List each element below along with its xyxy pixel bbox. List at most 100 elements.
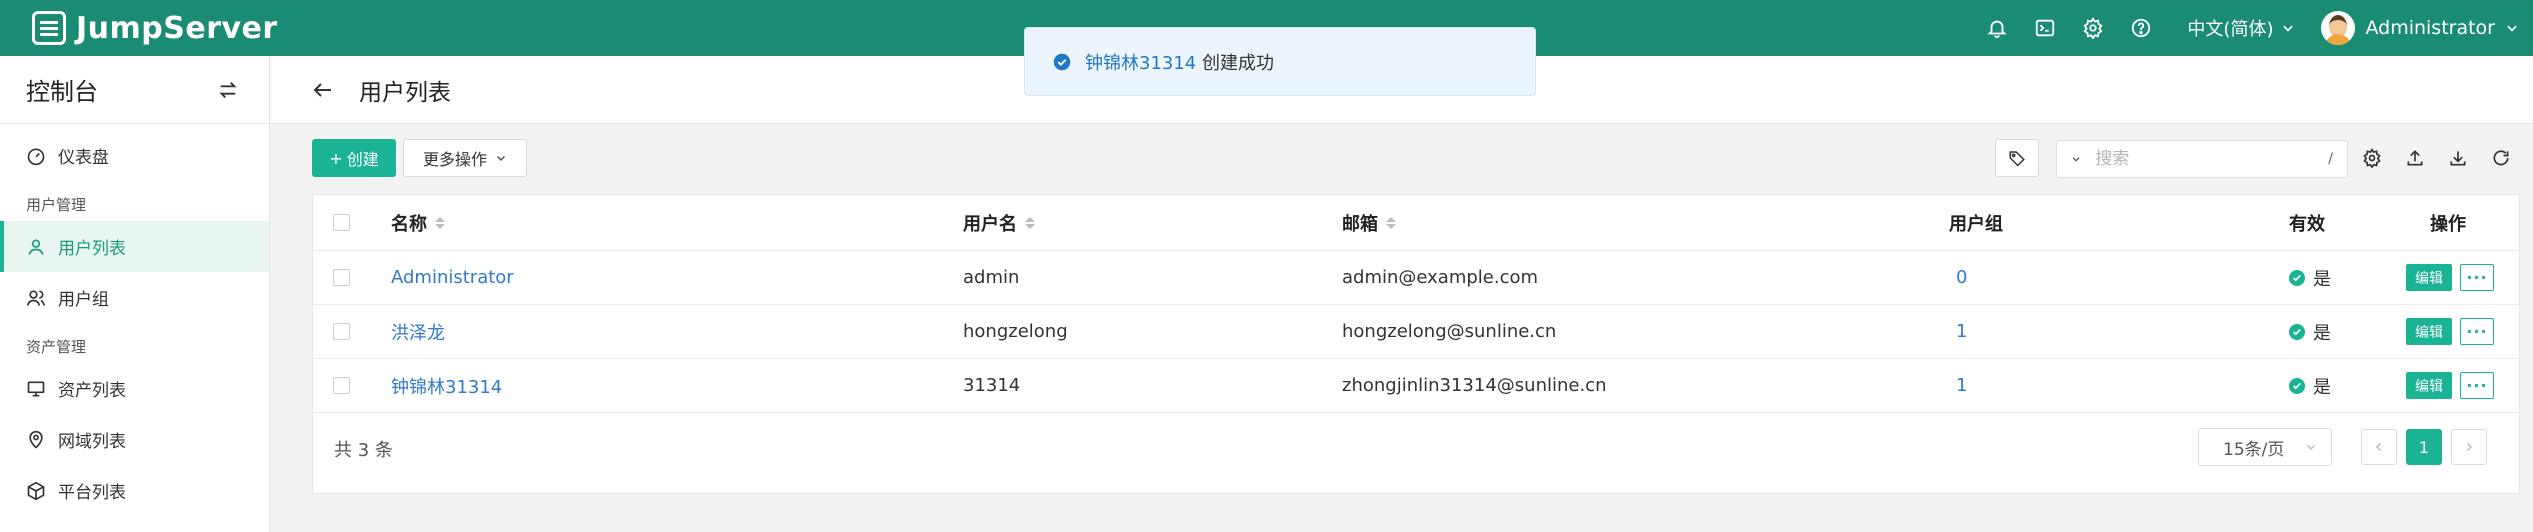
- username-cell: admin: [963, 267, 1020, 288]
- page-title: 用户列表: [359, 79, 451, 106]
- page-size-select[interactable]: 15条/页: [2198, 428, 2332, 466]
- sidebar-item-label: 网域列表: [58, 432, 126, 452]
- select-all-checkbox[interactable]: [333, 214, 350, 231]
- column-header-email[interactable]: 邮箱: [1342, 210, 1396, 236]
- help-icon[interactable]: [2119, 0, 2163, 56]
- sidebar: 控制台 仪表盘 用户管理 用户列表 用户组 资产管理 资产列表 网域列表 平台列…: [0, 56, 270, 532]
- more-actions-label: 更多操作: [422, 150, 487, 169]
- total-count: 共 3 条: [334, 440, 393, 461]
- row-checkbox[interactable]: [333, 323, 350, 340]
- sidebar-title: 控制台: [26, 78, 98, 106]
- refresh-icon[interactable]: [2489, 146, 2513, 170]
- user-name-link[interactable]: Administrator: [391, 267, 514, 288]
- column-header-label: 用户名: [963, 213, 1017, 235]
- row-checkbox[interactable]: [333, 269, 350, 286]
- group-count-link[interactable]: 1: [1956, 375, 1967, 396]
- column-header-username[interactable]: 用户名: [963, 210, 1035, 236]
- email-cell: zhongjinlin31314@sunline.cn: [1342, 375, 1607, 396]
- column-header-actions: 操作: [2430, 213, 2466, 235]
- sidebar-item-user-list[interactable]: 用户列表: [0, 221, 269, 272]
- sidebar-item-label: 用户组: [58, 290, 109, 310]
- column-header-groups: 用户组: [1949, 213, 2003, 235]
- sidebar-item-asset-list[interactable]: 资产列表: [0, 363, 269, 414]
- success-toast: 钟锦林31314 创建成功: [1024, 27, 1536, 96]
- sidebar-item-label: 用户列表: [58, 239, 126, 259]
- edit-button[interactable]: 编辑: [2406, 264, 2452, 291]
- sort-icon[interactable]: [435, 216, 445, 229]
- valid-label: 是: [2313, 322, 2331, 344]
- valid-label: 是: [2313, 376, 2331, 398]
- more-actions-button[interactable]: 更多操作: [403, 139, 527, 177]
- group-count-link[interactable]: 0: [1956, 267, 1967, 288]
- sidebar-group-user-management: 用户管理: [26, 196, 87, 214]
- valid-label: 是: [2313, 268, 2331, 290]
- user-icon: [28, 239, 44, 255]
- page-number-button[interactable]: 1: [2406, 429, 2442, 465]
- sidebar-item-domain-list[interactable]: 网域列表: [0, 414, 269, 465]
- search-input[interactable]: [2095, 149, 2315, 169]
- chevron-down-icon: [496, 155, 506, 162]
- chevron-left-icon: [2375, 442, 2382, 452]
- email-cell: hongzelong@sunline.cn: [1342, 321, 1557, 342]
- download-icon[interactable]: [2446, 146, 2470, 170]
- group-count-link[interactable]: 1: [1956, 321, 1967, 342]
- search-box[interactable]: /: [2056, 140, 2348, 178]
- user-name-link[interactable]: 洪泽龙: [391, 319, 445, 345]
- info-icon: [1053, 53, 1071, 70]
- table-header: 名称 用户名 邮箱 用户组 有效 操作: [313, 195, 2519, 251]
- column-header-valid: 有效: [2289, 213, 2325, 235]
- check-circle-icon: [2289, 377, 2305, 394]
- back-arrow-icon[interactable]: [311, 78, 335, 102]
- sidebar-group-asset-management: 资产管理: [26, 338, 87, 356]
- logo[interactable]: JumpServer: [32, 11, 278, 46]
- user-menu[interactable]: Administrator: [2321, 11, 2519, 45]
- tag-icon: [2009, 151, 2025, 167]
- upload-icon[interactable]: [2403, 146, 2427, 170]
- valid-cell: 是: [2289, 319, 2331, 345]
- user-name: Administrator: [2365, 17, 2495, 39]
- page-size-label: 15条/页: [2223, 439, 2285, 460]
- chevron-down-icon: [2507, 25, 2517, 32]
- row-checkbox[interactable]: [333, 377, 350, 394]
- edit-button[interactable]: 编辑: [2406, 372, 2452, 399]
- language-selector[interactable]: 中文(简体): [2187, 15, 2295, 41]
- check-circle-icon: [2289, 269, 2305, 286]
- user-table: 名称 用户名 邮箱 用户组 有效 操作 Administrator admin …: [312, 194, 2520, 494]
- sidebar-item-label: 仪表盘: [58, 148, 109, 168]
- terminal-icon[interactable]: [2023, 0, 2067, 56]
- settings-icon[interactable]: [2360, 146, 2384, 170]
- chevron-down-icon[interactable]: [2071, 152, 2081, 166]
- sidebar-item-user-group[interactable]: 用户组: [0, 272, 269, 323]
- sidebar-item-dashboard[interactable]: 仪表盘: [0, 130, 269, 181]
- table-row: 钟锦林31314 31314 zhongjinlin31314@sunline.…: [313, 359, 2519, 413]
- avatar: [2321, 11, 2356, 45]
- users-icon: [26, 290, 46, 306]
- switch-view-icon[interactable]: [217, 79, 239, 101]
- sort-icon[interactable]: [1386, 216, 1396, 229]
- column-header-name[interactable]: 名称: [391, 210, 445, 236]
- prev-page-button[interactable]: [2361, 429, 2397, 465]
- column-header-label: 名称: [391, 213, 427, 235]
- row-more-button[interactable]: ···: [2460, 264, 2494, 291]
- tag-filter-button[interactable]: [1995, 139, 2039, 177]
- sort-icon[interactable]: [1025, 216, 1035, 229]
- create-button[interactable]: + 创建: [312, 139, 396, 177]
- column-header-label: 邮箱: [1342, 213, 1378, 235]
- check-circle-icon: [2289, 323, 2305, 340]
- row-more-button[interactable]: ···: [2460, 372, 2494, 399]
- sidebar-item-label: 平台列表: [58, 483, 126, 503]
- user-name-link[interactable]: 钟锦林31314: [391, 373, 502, 399]
- edit-button[interactable]: 编辑: [2406, 318, 2452, 345]
- gear-icon[interactable]: [2071, 0, 2115, 56]
- sidebar-item-label: 资产列表: [58, 381, 126, 401]
- jumpserver-logo-icon: [32, 11, 66, 45]
- next-page-button[interactable]: [2451, 429, 2487, 465]
- username-cell: 31314: [963, 375, 1021, 396]
- username-cell: hongzelong: [963, 321, 1068, 342]
- cube-icon: [27, 481, 45, 500]
- bell-icon[interactable]: [1975, 0, 2019, 56]
- plus-icon: +: [329, 148, 343, 168]
- toast-message: 创建成功: [1202, 52, 1274, 74]
- sidebar-item-platform-list[interactable]: 平台列表: [0, 465, 269, 516]
- row-more-button[interactable]: ···: [2460, 318, 2494, 345]
